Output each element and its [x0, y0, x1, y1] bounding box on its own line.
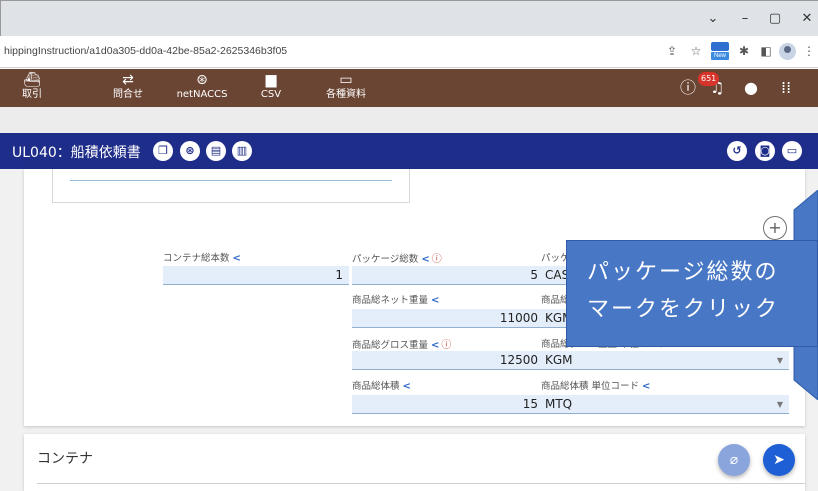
tab-search-icon[interactable]: ⌄: [703, 9, 723, 29]
bookmark-star-icon[interactable]: ☆: [688, 43, 704, 59]
add-button[interactable]: +: [763, 216, 787, 240]
nav-item-torihiki[interactable]: ⛴ 取引: [14, 72, 50, 102]
nav-label: 問合せ: [113, 89, 143, 100]
page-title: UL040：船積依頼書: [12, 145, 141, 161]
chevron-down-icon: ▼: [776, 356, 783, 365]
container-total-field[interactable]: 1: [163, 266, 349, 285]
label-text: パッケージ総数: [352, 254, 419, 265]
net-weight-label: 商品総ネット重量 <: [352, 292, 439, 306]
globe-icon[interactable]: ⊛: [180, 141, 200, 161]
folder-icon: ▭: [339, 72, 353, 88]
info-icon[interactable]: ⓘ: [680, 79, 696, 97]
container-total-label: コンテナ総本数 <: [163, 250, 241, 264]
nav-item-documents[interactable]: ▭ 各種資料: [318, 72, 374, 102]
screen-toolbar: UL040：船積依頼書 ❐ ⊛ ▤ ▥ ↺ ◙ ▭: [0, 133, 818, 169]
volume-label: 商品総体積 <: [352, 378, 411, 392]
nav-item-toiawase[interactable]: ⇄ 問合せ: [101, 72, 155, 102]
document-export-icon[interactable]: ▥: [232, 141, 252, 161]
nested-field-underline: [70, 180, 392, 181]
gross-weight-unit-select[interactable]: KGM ▼: [541, 351, 789, 370]
address-bar: hippingInstruction/a1d0a305-dd0a-42be-85…: [0, 36, 818, 68]
share-icon[interactable]: <: [642, 381, 650, 392]
instruction-callout: パッケージ総数の マークをクリック: [566, 240, 818, 347]
label-text: 商品総グロス重量: [352, 340, 429, 351]
volume-unit-label: 商品総体積 単位コード <: [541, 378, 650, 392]
minimize-button[interactable]: –: [735, 9, 755, 29]
package-total-label: パッケージ総数 < ⓘ: [352, 250, 442, 265]
history-icon[interactable]: ↺: [727, 141, 747, 161]
callout-text-line1: パッケージ総数の: [587, 260, 779, 285]
attach-button[interactable]: ⌀: [718, 444, 750, 476]
share-icon[interactable]: <: [431, 295, 439, 306]
globe-icon: ⊛: [196, 72, 208, 88]
net-weight-field[interactable]: 11000: [352, 309, 544, 328]
notification-badge: 651: [698, 72, 720, 86]
url-field[interactable]: hippingInstruction/a1d0a305-dd0a-42be-85…: [4, 45, 287, 57]
required-icon: ⓘ: [431, 254, 442, 265]
contact-icon[interactable]: ◙: [755, 141, 775, 161]
apps-grid-icon[interactable]: ⁞⁞: [781, 79, 791, 97]
section-divider: [37, 483, 805, 484]
send-edit-icon: ➤: [773, 452, 785, 468]
sidepanel-icon[interactable]: ◧: [758, 43, 774, 59]
arrows-icon: ⇄: [122, 72, 134, 88]
more-menu-icon[interactable]: ⋮: [801, 43, 817, 59]
copy-icon[interactable]: ❐: [153, 141, 173, 161]
ship-icon: ⛴: [23, 72, 41, 88]
nav-label: 取引: [22, 89, 42, 100]
field-value: 1: [335, 268, 343, 282]
share-icon[interactable]: <: [233, 253, 241, 264]
gross-weight-label: 商品総グロス重量 < ⓘ: [352, 336, 451, 351]
document-icon[interactable]: ▤: [206, 141, 226, 161]
nested-card: [52, 169, 410, 203]
nav-item-csv[interactable]: ▆ CSV: [254, 72, 288, 102]
field-value: MTQ: [545, 397, 573, 411]
paperclip-icon: ⌀: [729, 452, 739, 468]
maximize-button[interactable]: ▢: [765, 9, 785, 29]
share-icon[interactable]: <: [421, 254, 429, 265]
extension-image-icon: [711, 42, 729, 51]
field-value: 11000: [499, 311, 538, 325]
required-icon: ⓘ: [441, 340, 452, 351]
browser-title-bar: ⌄ – ▢ ✕: [0, 0, 818, 36]
nav-item-netnaccs[interactable]: ⊛ netNACCS: [172, 72, 232, 102]
share-icon[interactable]: <: [403, 381, 411, 392]
volume-field[interactable]: 15: [352, 395, 544, 414]
nav-label: netNACCS: [176, 89, 228, 100]
puzzle-extensions-icon[interactable]: ✱: [736, 43, 752, 59]
section-title: コンテナ: [37, 451, 93, 467]
chevron-down-icon: ▼: [776, 400, 783, 409]
volume-unit-select[interactable]: MTQ ▼: [541, 395, 789, 414]
gross-weight-field[interactable]: 12500: [352, 351, 544, 370]
chat-icon[interactable]: ▭: [782, 141, 802, 161]
nav-label: CSV: [260, 89, 282, 100]
file-icon: ▆: [265, 72, 277, 88]
field-value: 15: [522, 397, 538, 411]
package-total-field[interactable]: 5: [352, 266, 544, 285]
field-value: 5: [530, 268, 538, 282]
account-icon[interactable]: ●: [744, 79, 758, 97]
field-value: KGM: [545, 353, 573, 367]
field-value: 12500: [499, 353, 538, 367]
share-icon[interactable]: <: [431, 340, 439, 351]
app-nav-bar: ⛴ 取引 ⇄ 問合せ ⊛ netNACCS ▆ CSV ▭ 各種資料 ⓘ ♫ ●…: [0, 69, 818, 107]
callout-text-line2: マークをクリック: [587, 297, 780, 322]
share-page-icon[interactable]: ⇪: [664, 43, 680, 59]
header-gap: [0, 107, 818, 133]
label-text: 商品総体積 単位コード: [541, 381, 640, 392]
edit-submit-button[interactable]: ➤: [763, 444, 795, 476]
label-text: 商品総体積: [352, 381, 400, 392]
new-extension-icon[interactable]: New: [711, 42, 729, 60]
new-badge: New: [711, 52, 729, 60]
label-text: 商品総ネット重量: [352, 295, 429, 306]
profile-avatar-icon[interactable]: [779, 43, 796, 60]
label-text: コンテナ総本数: [163, 253, 230, 264]
close-button[interactable]: ✕: [797, 9, 817, 29]
nav-label: 各種資料: [326, 89, 366, 100]
